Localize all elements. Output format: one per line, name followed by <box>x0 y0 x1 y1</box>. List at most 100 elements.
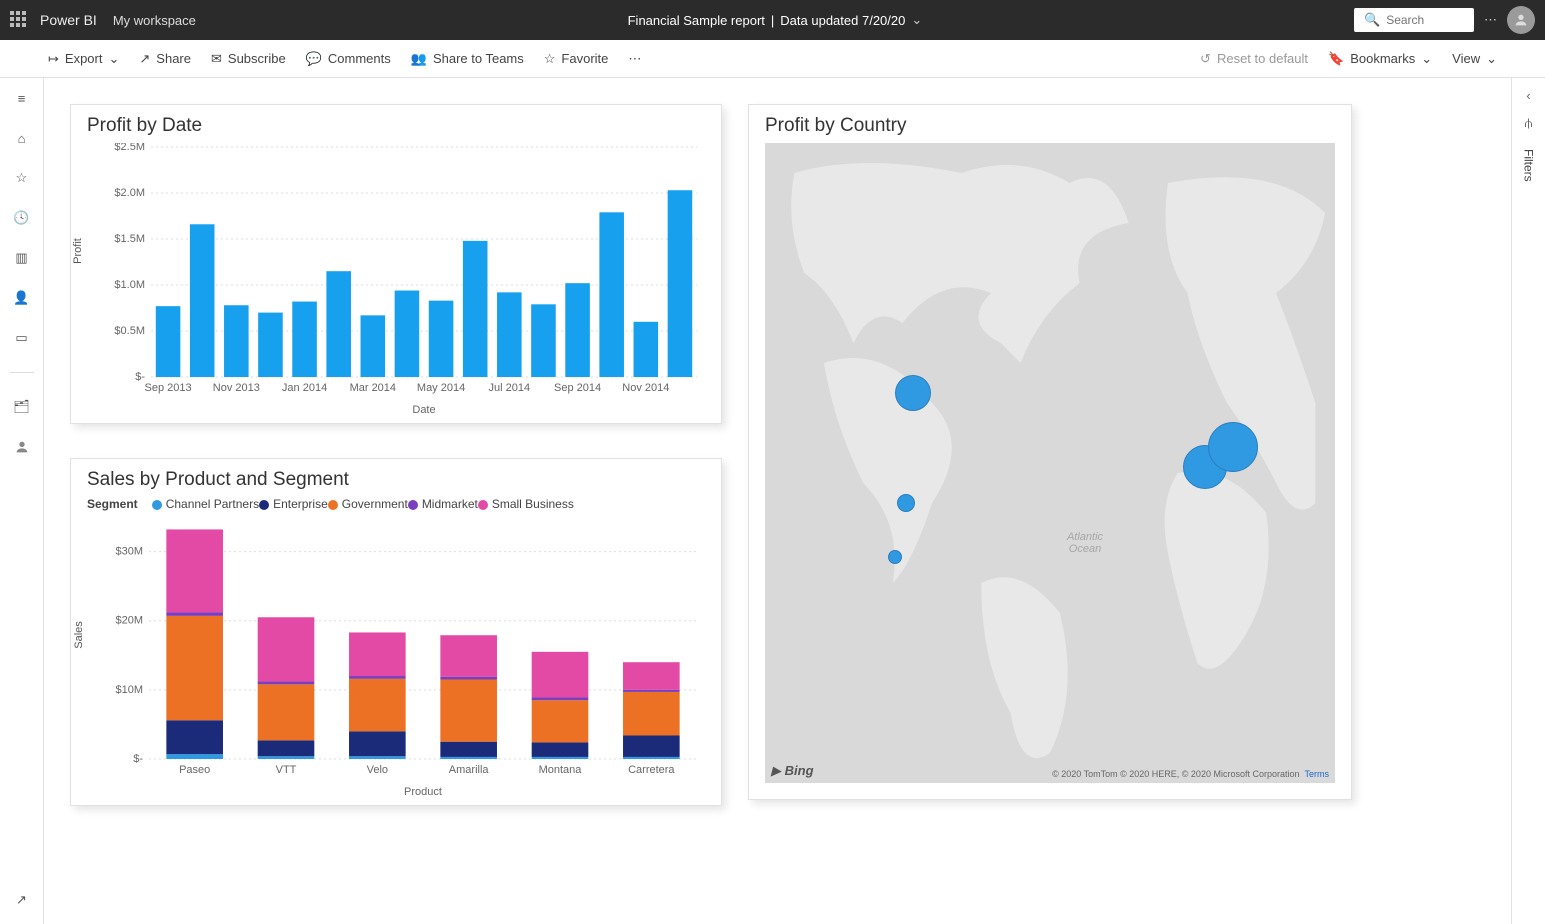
svg-text:Nov 2013: Nov 2013 <box>213 382 260 394</box>
comment-icon: 💬 <box>306 51 322 67</box>
svg-text:Nov 2014: Nov 2014 <box>622 382 669 394</box>
legend-title: Segment <box>87 497 138 511</box>
map-bubble-germany[interactable] <box>1208 422 1258 472</box>
recent-icon[interactable]: 🕓 <box>12 208 32 228</box>
svg-text:Jul 2014: Jul 2014 <box>489 382 531 394</box>
stacked-bar-chart: $- $10M $20M $30M Paseo VTT Velo Amarilla Montan… <box>87 515 707 799</box>
comments-label: Comments <box>328 51 391 66</box>
report-name: Financial Sample report <box>628 13 765 28</box>
reset-button[interactable]: ↺ Reset to default <box>1200 51 1308 67</box>
learn-icon[interactable]: ▭ <box>12 328 32 348</box>
svg-text:Sep 2013: Sep 2013 <box>145 382 192 394</box>
svg-text:$10M: $10M <box>115 684 143 696</box>
star-icon: ☆ <box>544 51 556 67</box>
search-input[interactable] <box>1386 13 1466 27</box>
favorites-icon[interactable]: ☆ <box>12 168 32 188</box>
svg-text:VTT: VTT <box>276 764 297 776</box>
report-title-bar[interactable]: Financial Sample report | Data updated 7… <box>196 12 1354 28</box>
separator: | <box>771 13 774 28</box>
svg-text:$-: $- <box>133 753 143 765</box>
svg-text:Product: Product <box>404 786 442 798</box>
svg-text:Date: Date <box>412 404 435 416</box>
app-launcher-icon[interactable] <box>10 11 28 29</box>
my-workspace-icon[interactable] <box>12 437 32 457</box>
avatar[interactable] <box>1507 6 1535 34</box>
ocean-label: Atlantic Ocean <box>1055 531 1115 555</box>
legend-item: Channel Partners <box>152 497 259 511</box>
svg-text:Mar 2014: Mar 2014 <box>350 382 396 394</box>
apps-icon[interactable]: ▥ <box>12 248 32 268</box>
export-label: Export <box>65 51 103 66</box>
subscribe-button[interactable]: ✉ Subscribe <box>211 51 286 67</box>
svg-text:Carretera: Carretera <box>628 764 675 776</box>
favorite-label: Favorite <box>561 51 608 66</box>
report-canvas: Profit by Date Profit $-$0.5M$1.0M$1.5M$… <box>44 78 1511 924</box>
shared-icon[interactable]: 👤 <box>12 288 32 308</box>
map-bubble-usa[interactable] <box>897 494 915 512</box>
svg-text:$2.0M: $2.0M <box>114 187 145 199</box>
filters-pane-collapsed[interactable]: ‹ ⫛ Filters <box>1511 78 1545 924</box>
chart-title: Profit by Country <box>765 115 1335 137</box>
report-toolbar: ↦ Export ⌄ ↗ Share ✉ Subscribe 💬 Comments 👥Sh… <box>0 40 1545 78</box>
view-label: View <box>1452 51 1480 66</box>
undo-icon: ↺ <box>1200 51 1211 67</box>
view-button[interactable]: View ⌄ <box>1452 51 1497 67</box>
map-provider: ▶ Bing <box>771 763 814 779</box>
expand-icon[interactable]: ↗ <box>12 890 32 910</box>
svg-text:Jan 2014: Jan 2014 <box>282 382 327 394</box>
mail-icon: ✉ <box>211 51 222 67</box>
subscribe-label: Subscribe <box>228 51 286 66</box>
svg-text:Velo: Velo <box>367 764 388 776</box>
share-teams-button[interactable]: 👥Share to Teams <box>411 51 524 67</box>
svg-text:Amarilla: Amarilla <box>449 764 490 776</box>
favorite-button[interactable]: ☆ Favorite <box>544 51 609 67</box>
export-icon: ↦ <box>48 51 59 67</box>
teams-icon: 👥 <box>411 51 427 67</box>
reset-label: Reset to default <box>1217 51 1308 66</box>
chevron-down-icon: ⌄ <box>1486 51 1497 67</box>
map-attribution: © 2020 TomTom © 2020 HERE, © 2020 Micros… <box>1052 769 1329 779</box>
y-axis-label: Profit <box>72 238 84 264</box>
svg-text:Montana: Montana <box>539 764 583 776</box>
svg-text:$0.5M: $0.5M <box>114 325 145 337</box>
share-button[interactable]: ↗ Share <box>139 51 191 67</box>
chevron-down-icon: ⌄ <box>1421 51 1432 67</box>
terms-link[interactable]: Terms <box>1305 769 1330 779</box>
visual-profit-by-date[interactable]: Profit by Date Profit $-$0.5M$1.0M$1.5M$… <box>70 104 722 424</box>
svg-text:$30M: $30M <box>115 546 143 558</box>
search-box[interactable]: 🔍 <box>1354 8 1474 32</box>
more-button[interactable]: ⋯ <box>628 51 641 67</box>
app-name: Power BI <box>40 12 97 28</box>
map-area[interactable]: Atlantic Ocean ▶ Bing © 2020 TomTom © 20… <box>765 143 1335 783</box>
chevron-down-icon: ⌄ <box>108 51 119 67</box>
chart-legend: Segment Channel PartnersEnterpriseGovern… <box>87 497 705 511</box>
hamburger-icon[interactable]: ≡ <box>12 88 32 108</box>
comments-button[interactable]: 💬 Comments <box>306 51 391 67</box>
chart-title: Sales by Product and Segment <box>87 469 705 491</box>
legend-item: Government <box>328 497 408 511</box>
export-button[interactable]: ↦ Export ⌄ <box>48 51 119 67</box>
svg-text:$20M: $20M <box>115 615 143 627</box>
chevron-down-icon: ⌄ <box>911 12 922 28</box>
home-icon[interactable]: ⌂ <box>12 128 32 148</box>
workspace-link[interactable]: My workspace <box>113 13 196 28</box>
share-icon: ↗ <box>139 51 150 67</box>
visual-profit-by-country[interactable]: Profit by Country Atlantic Ocean ▶ Bing … <box>748 104 1352 800</box>
data-updated: Data updated 7/20/20 <box>780 13 905 28</box>
left-nav: ≡ ⌂ ☆ 🕓 ▥ 👤 ▭ 🗂 ↗ <box>0 78 44 924</box>
bookmark-icon: 🔖 <box>1328 51 1344 67</box>
global-header: Power BI My workspace Financial Sample r… <box>0 0 1545 40</box>
bookmarks-button[interactable]: 🔖 Bookmarks ⌄ <box>1328 51 1432 67</box>
chevron-left-icon[interactable]: ‹ <box>1526 88 1530 103</box>
map-bubble-canada[interactable] <box>895 375 931 411</box>
workspaces-icon[interactable]: 🗂 <box>12 397 32 417</box>
search-icon: 🔍 <box>1364 12 1380 28</box>
map-bubble-mexico[interactable] <box>888 550 902 564</box>
visual-sales-by-product-segment[interactable]: Sales by Product and Segment Segment Cha… <box>70 458 722 806</box>
svg-text:Paseo: Paseo <box>179 764 210 776</box>
more-icon[interactable]: ⋯ <box>1484 12 1497 28</box>
share-label: Share <box>156 51 191 66</box>
chart-title: Profit by Date <box>87 115 705 137</box>
bookmarks-label: Bookmarks <box>1350 51 1415 66</box>
legend-item: Small Business <box>478 497 574 511</box>
